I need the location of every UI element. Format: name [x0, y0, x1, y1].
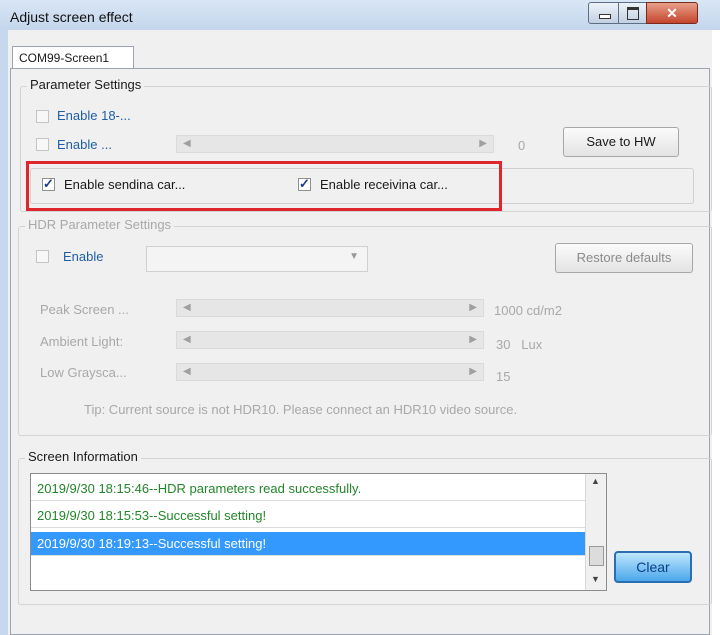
peak-screen-label: Peak Screen ...	[40, 302, 129, 317]
hdr-tip-text: Tip: Current source is not HDR10. Please…	[84, 402, 518, 417]
hdr-settings-title: HDR Parameter Settings	[25, 217, 175, 232]
ambient-light-slider[interactable]: ◀ ▶	[176, 331, 484, 349]
slider-right-arrow-icon[interactable]: ▶	[479, 138, 487, 149]
title-bar[interactable]: Adjust screen effect ✕	[0, 0, 720, 30]
slider-left-arrow-icon[interactable]: ◀	[183, 366, 191, 377]
list-item[interactable]: 2019/9/30 18:19:13--Successful setting!	[31, 532, 585, 556]
tab-com99-screen1[interactable]: COM99-Screen1	[12, 46, 134, 68]
enable-slider-checkbox[interactable]	[36, 138, 49, 151]
parameter-settings-title: Parameter Settings	[27, 77, 145, 92]
minimize-button[interactable]	[588, 2, 620, 24]
list-item[interactable]: 2019/9/30 18:15:53--Successful setting!	[31, 504, 585, 528]
scroll-down-icon[interactable]: ▼	[591, 574, 600, 584]
hdr-enable-checkbox[interactable]	[36, 250, 49, 263]
low-grayscale-slider[interactable]: ◀ ▶	[176, 363, 484, 381]
low-grayscale-value: 15	[496, 369, 511, 384]
close-icon: ✕	[666, 5, 678, 21]
highlight-annotation-box	[26, 161, 502, 211]
clear-button[interactable]: Clear	[614, 551, 692, 583]
slider-right-arrow-icon[interactable]: ▶	[469, 302, 477, 313]
enable-18-checkbox[interactable]	[36, 110, 49, 123]
parameter-slider-value: 0	[518, 138, 526, 153]
log-scrollbar[interactable]: ▲ ▼	[585, 474, 606, 590]
slider-right-arrow-icon[interactable]: ▶	[469, 366, 477, 377]
save-to-hw-button[interactable]: Save to HW	[563, 127, 679, 157]
parameter-slider[interactable]: ◀ ▶	[176, 135, 494, 153]
slider-left-arrow-icon[interactable]: ◀	[183, 138, 191, 149]
scrollbar-thumb[interactable]	[589, 546, 604, 566]
close-button[interactable]: ✕	[646, 2, 698, 24]
chevron-down-icon: ▼	[349, 251, 359, 262]
adjust-screen-effect-window: Adjust screen effect ✕ COM99-Screen1 Par…	[0, 0, 720, 635]
peak-screen-slider[interactable]: ◀ ▶	[176, 299, 484, 317]
list-item[interactable]: 2019/9/30 18:15:46--HDR parameters read …	[31, 477, 585, 501]
low-grayscale-label: Low Graysca...	[40, 365, 127, 380]
scroll-up-icon[interactable]: ▲	[591, 476, 600, 486]
slider-right-arrow-icon[interactable]: ▶	[469, 334, 477, 345]
enable-slider-label: Enable ...	[57, 137, 112, 152]
slider-left-arrow-icon[interactable]: ◀	[183, 302, 191, 313]
ambient-light-value: 30 Lux	[496, 337, 543, 352]
peak-screen-value: 1000 cd/m2	[494, 303, 562, 318]
screen-information-log[interactable]: 2019/9/30 18:15:46--HDR parameters read …	[30, 473, 607, 591]
screen-information-title: Screen Information	[25, 449, 141, 464]
enable-18-label: Enable 18-...	[57, 108, 131, 123]
window-border	[0, 30, 8, 635]
hdr-enable-label: Enable	[63, 249, 104, 264]
hdr-mode-dropdown[interactable]: ▼	[146, 246, 368, 272]
window-title: Adjust screen effect	[10, 9, 133, 25]
maximize-button[interactable]	[618, 2, 648, 24]
slider-left-arrow-icon[interactable]: ◀	[183, 334, 191, 345]
restore-defaults-button[interactable]: Restore defaults	[555, 243, 693, 273]
ambient-light-label: Ambient Light:	[40, 334, 124, 349]
